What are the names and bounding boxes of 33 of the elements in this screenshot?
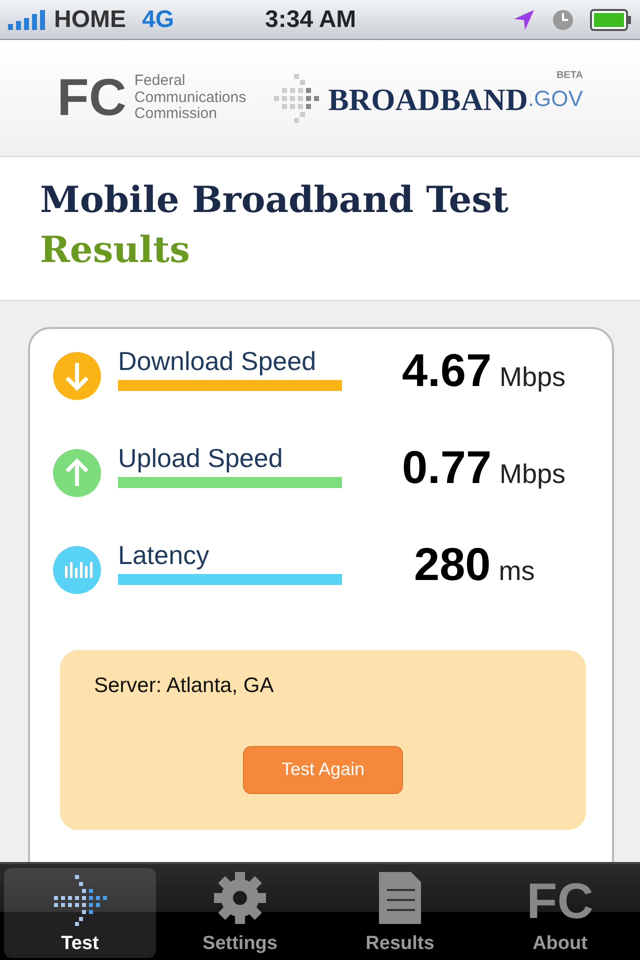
carrier-name: HOME [54,4,126,34]
gear-icon [212,870,268,926]
logo-mark: FC [57,72,126,124]
metric-label: Latency [118,541,210,570]
metric-value: 0.77 [402,444,492,490]
signal-icon [8,10,46,30]
beta-label: BETA [556,68,583,82]
tab[interactable]: Settings [164,868,316,958]
status-time: 3:34 AM [265,4,356,34]
tab[interactable]: FC About [484,868,636,958]
site-name: BROADBAND [328,84,528,114]
page-title: Mobile Broadband Test [40,178,510,223]
location-icon [512,8,536,32]
page-subtitle: Results [40,229,190,272]
tab[interactable]: Test [4,868,156,958]
metric-unit: Mbps [500,458,566,491]
clock-icon [552,8,574,30]
battery-icon [590,8,632,30]
metric-unit: ms [498,554,535,588]
agency-name: Commission [134,106,218,123]
metric-value: 4.67 [402,347,492,393]
site-domain: .GOV [528,84,583,112]
tab[interactable]: Results [324,868,476,958]
metric-label: Upload Speed [118,444,284,473]
metric-value: 280 [414,541,491,587]
metric-label: Download Speed [118,347,318,376]
metric-unit: Mbps [500,360,566,394]
logo-mark: FC [526,876,594,926]
agency-name: Communications [134,90,246,106]
network-type: 4G [142,4,174,34]
agency-name: Federal [134,73,186,90]
server-label: Server: Atlanta, GA [94,673,275,699]
document-icon [377,870,423,926]
